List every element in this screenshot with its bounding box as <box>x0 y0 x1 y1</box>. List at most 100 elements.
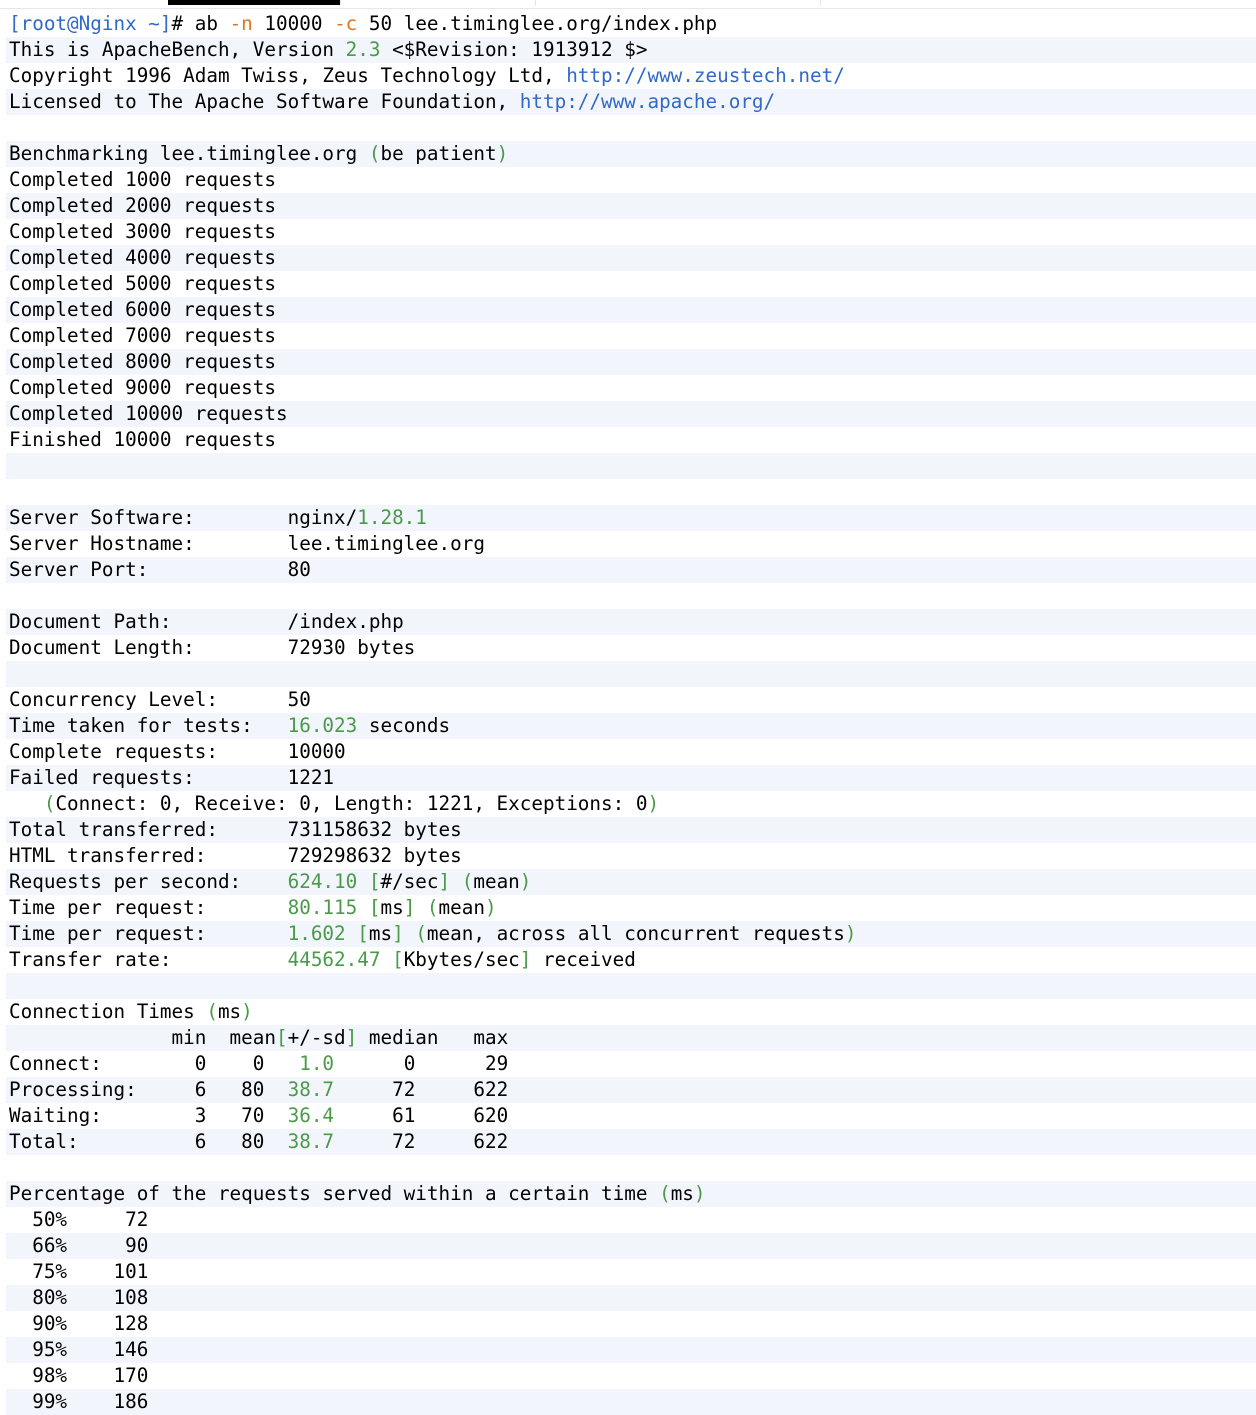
terminal-text-segment: 98% 170 <box>9 1364 149 1387</box>
terminal-text-segment: Finished 10000 requests <box>9 428 276 451</box>
terminal-line: 50% 72 <box>6 1207 1256 1233</box>
terminal-line: Completed 6000 requests <box>6 297 1256 323</box>
terminal-text-segment: Completed 1000 requests <box>9 168 276 191</box>
tab-4[interactable] <box>535 0 821 6</box>
terminal-text-segment: ms <box>368 922 393 945</box>
terminal-text-segment: 66% 90 <box>9 1234 149 1257</box>
terminal-line: Percentage of the requests served within… <box>6 1181 1256 1207</box>
terminal-text-segment: ( <box>426 896 439 919</box>
terminal-text-segment: Kbytes/sec <box>403 948 520 971</box>
terminal-line: Total transferred: 731158632 bytes <box>6 817 1256 843</box>
terminal-text-segment: ( <box>368 142 381 165</box>
terminal-text-segment: Completed 6000 requests <box>9 298 276 321</box>
terminal-text-segment: Transfer rate: <box>9 948 288 971</box>
tab-active-indicator[interactable] <box>168 0 341 5</box>
terminal-text-segment: Server Hostname: lee.timinglee.org <box>9 532 485 555</box>
terminal-text-segment: min mean <box>9 1026 276 1049</box>
terminal-output[interactable]: [root@Nginx ~]# ab -n 10000 -c 50 lee.ti… <box>6 11 1256 1415</box>
terminal-text-segment: #/sec <box>380 870 439 893</box>
terminal-line: Server Software: nginx/1.28.1 <box>6 505 1256 531</box>
terminal-text-segment: ] <box>519 948 532 971</box>
terminal-text-segment: 38.7 <box>287 1078 335 1101</box>
terminal-text-segment: ms <box>380 896 404 919</box>
terminal-text-segment: 50 lee.timinglee.org/index.php <box>357 12 718 35</box>
terminal-text-segment: ) <box>496 142 509 165</box>
terminal-text-segment: -n <box>229 12 253 35</box>
terminal-text-segment: Copyright 1996 Adam Twiss, Zeus Technolo… <box>9 64 567 87</box>
terminal-line: min mean[+/-sd] median max <box>6 1025 1256 1051</box>
terminal-line: Completed 2000 requests <box>6 193 1256 219</box>
terminal-line: Transfer rate: 44562.47 [Kbytes/sec] rec… <box>6 947 1256 973</box>
terminal-text-segment: received <box>531 948 636 971</box>
terminal-text-segment: Completed 2000 requests <box>9 194 276 217</box>
terminal-text-segment: Waiting: 3 70 <box>9 1104 288 1127</box>
terminal-text-segment: <$Revision: 1913912 $> <box>380 38 648 61</box>
terminal-text-segment: Server Port: 80 <box>9 558 311 581</box>
terminal-text-segment: Completed 10000 requests <box>9 402 288 425</box>
terminal-line: Completed 9000 requests <box>6 375 1256 401</box>
terminal-text-segment: Completed 8000 requests <box>9 350 276 373</box>
terminal-text-segment: Licensed to The Apache Software Foundati… <box>9 90 520 113</box>
terminal-line: 98% 170 <box>6 1363 1256 1389</box>
terminal-text-segment: 624.10 [ <box>287 870 381 893</box>
terminal-text-segment: ( <box>461 870 474 893</box>
terminal-text-segment: ] <box>392 922 404 945</box>
terminal-line: 80% 108 <box>6 1285 1256 1311</box>
terminal-text-segment: ( <box>43 792 56 815</box>
terminal-text-segment: Server Software: nginx/ <box>9 506 358 529</box>
terminal-text-segment: 50% 72 <box>9 1208 149 1231</box>
terminal-text-segment: ( <box>659 1182 671 1205</box>
terminal-line: Benchmarking lee.timinglee.org (be patie… <box>6 141 1256 167</box>
terminal-text-segment: 2.3 <box>345 38 381 61</box>
terminal-text-segment: 0 29 <box>334 1052 509 1075</box>
terminal-text-segment: Completed 5000 requests <box>9 272 276 295</box>
terminal-line: Time per request: 80.115 [ms] (mean) <box>6 895 1256 921</box>
terminal-text-segment: ) <box>241 1000 253 1023</box>
terminal-line: Completed 7000 requests <box>6 323 1256 349</box>
tab-1[interactable] <box>0 0 169 6</box>
terminal-text-segment: 95% 146 <box>9 1338 149 1361</box>
terminal-line: HTML transferred: 729298632 bytes <box>6 843 1256 869</box>
terminal-text-segment: Benchmarking lee.timinglee.org <box>9 142 369 165</box>
terminal-line: Finished 10000 requests <box>6 427 1256 453</box>
terminal-text-segment: Time per request: <box>9 896 288 919</box>
terminal-text-segment: -c <box>334 12 358 35</box>
terminal-line: Server Port: 80 <box>6 557 1256 583</box>
terminal-text-segment: 99% 186 <box>9 1390 149 1413</box>
terminal-text-segment: 44562.47 [ <box>287 948 404 971</box>
terminal-text-segment: Completed 3000 requests <box>9 220 276 243</box>
terminal-line: 95% 146 <box>6 1337 1256 1363</box>
terminal-line: Document Length: 72930 bytes <box>6 635 1256 661</box>
tab-3[interactable] <box>340 0 536 6</box>
terminal-text-segment: Requests per second: <box>9 870 288 893</box>
terminal-text-segment: 10000 <box>252 12 335 35</box>
terminal-text-segment: Connection Times <box>9 1000 207 1023</box>
terminal-text-segment: be patient <box>380 142 497 165</box>
terminal-text-segment: mean <box>438 896 485 919</box>
terminal-line: 99% 186 <box>6 1389 1256 1415</box>
terminal-line: Completed 4000 requests <box>6 245 1256 271</box>
terminal-line: Completed 8000 requests <box>6 349 1256 375</box>
terminal-text-segment: Total: 6 80 <box>9 1130 288 1153</box>
terminal-line: Total: 6 80 38.7 72 622 <box>6 1129 1256 1155</box>
terminal-text-segment: Document Length: 72930 bytes <box>9 636 416 659</box>
terminal-text-segment: Document Path: /index.php <box>9 610 404 633</box>
terminal-text-segment: [root@Nginx ~] <box>9 12 172 35</box>
terminal-text-segment: ) <box>484 896 497 919</box>
terminal-line: Complete requests: 10000 <box>6 739 1256 765</box>
terminal-line <box>6 973 1256 999</box>
terminal-text-segment: Complete requests: 10000 <box>9 740 346 763</box>
terminal-text-segment: Completed 7000 requests <box>9 324 276 347</box>
terminal-line: Requests per second: 624.10 [#/sec] (mea… <box>6 869 1256 895</box>
terminal-text-segment: seconds <box>357 714 451 737</box>
terminal-text-segment: Completed 4000 requests <box>9 246 276 269</box>
terminal-text-segment: 72 622 <box>334 1078 509 1101</box>
terminal-text-segment: mean <box>473 870 520 893</box>
terminal-text-segment: ] <box>345 1026 358 1049</box>
terminal-text-segment: 80% 108 <box>9 1286 149 1309</box>
